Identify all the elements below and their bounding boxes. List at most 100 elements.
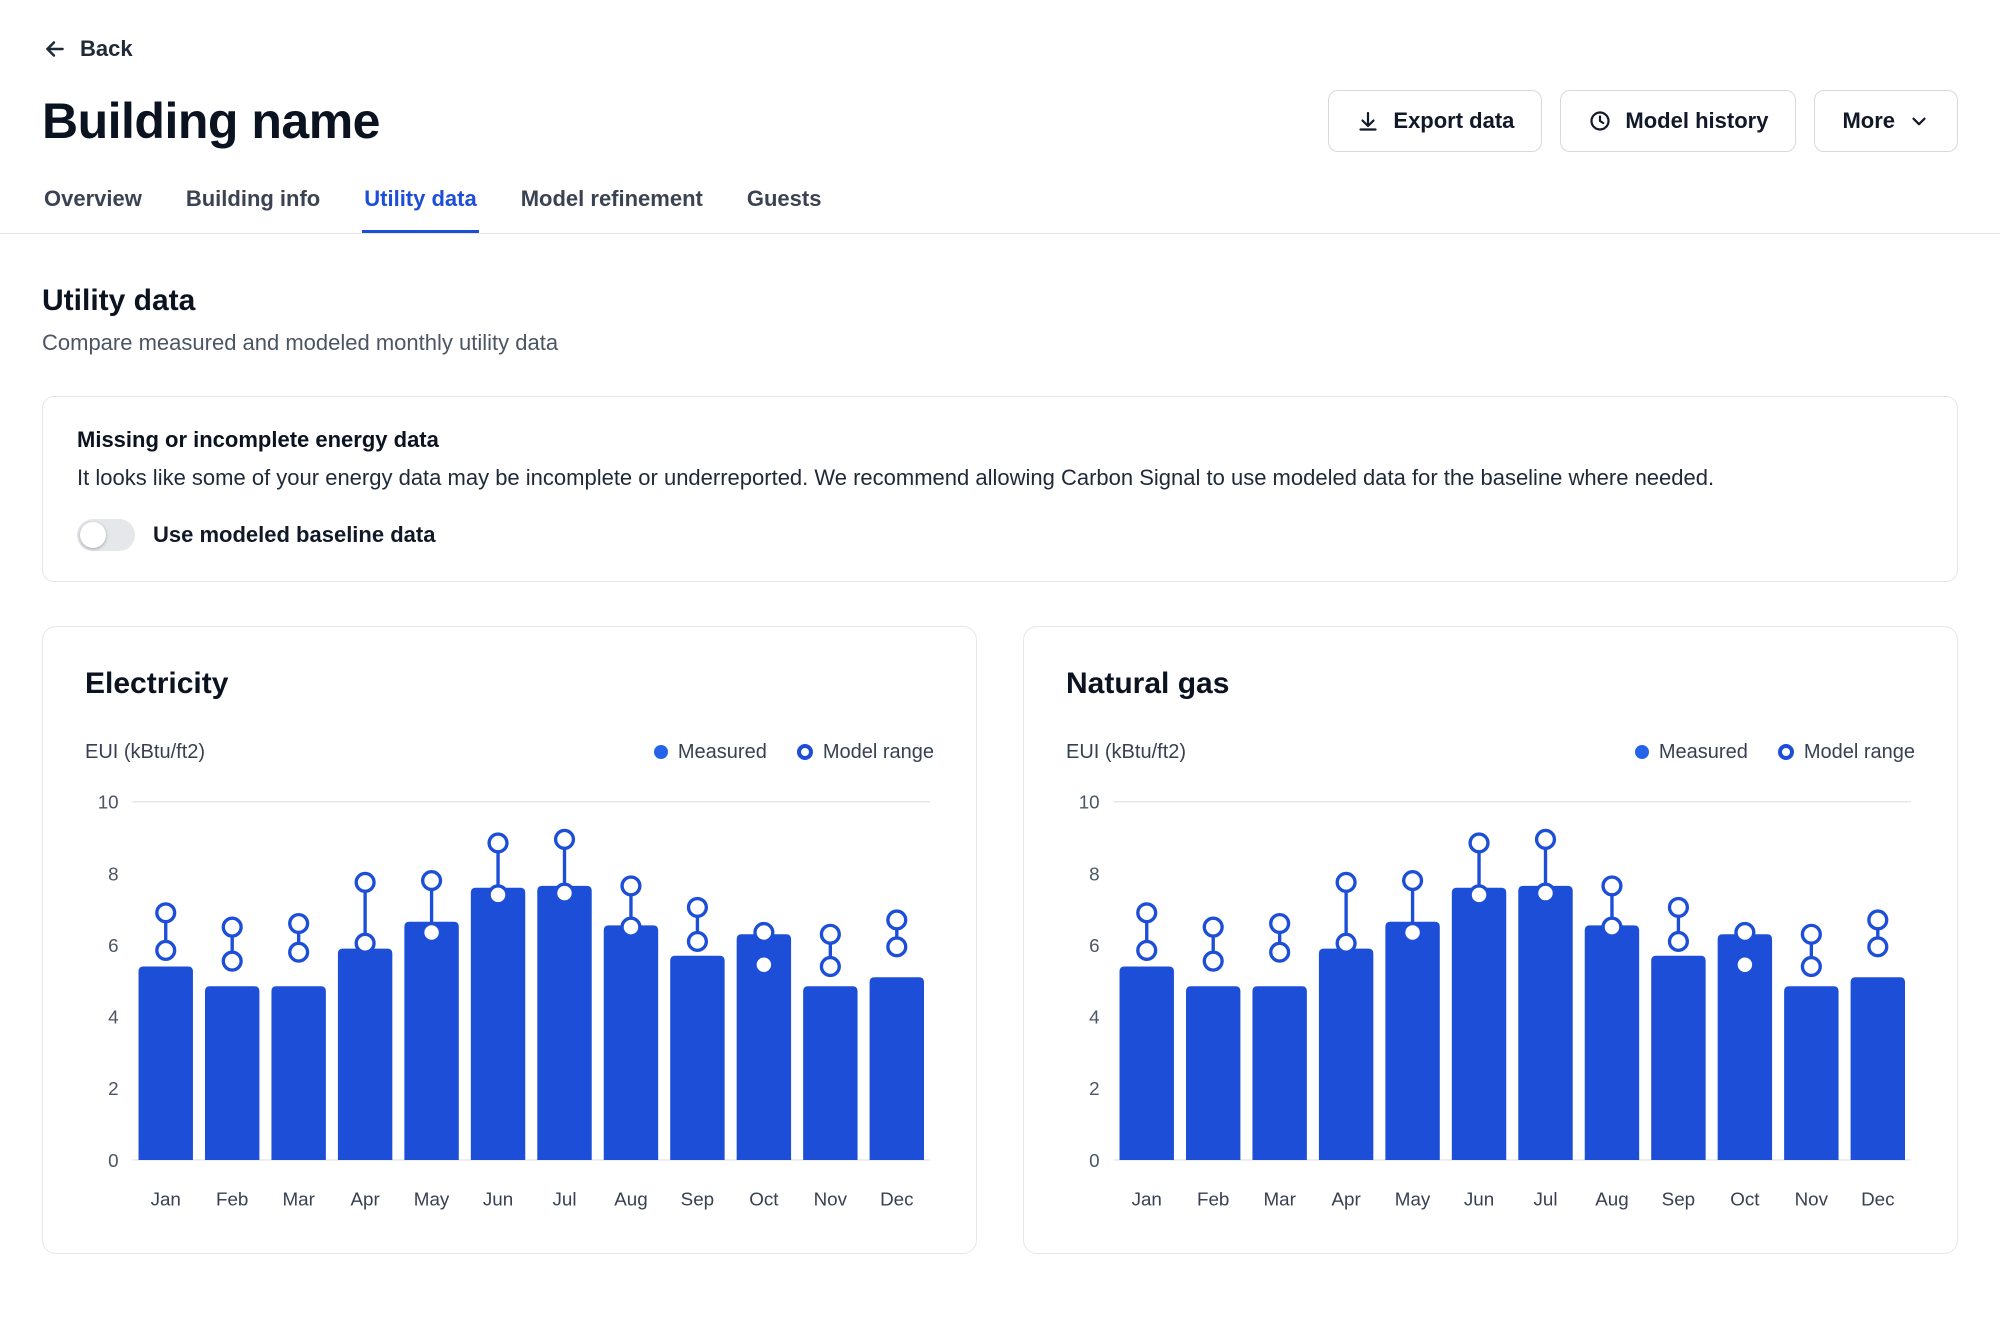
tab-model-refinement[interactable]: Model refinement (519, 186, 705, 233)
model-range-ring-icon (1778, 744, 1794, 760)
model-range-low-may (1404, 923, 1422, 941)
model-range-low-oct (1736, 956, 1754, 974)
model-range-low-sep (1670, 932, 1688, 950)
model-range-high-oct (755, 923, 773, 941)
back-button[interactable]: Back (42, 36, 133, 62)
missing-data-alert: Missing or incomplete energy data It loo… (42, 396, 1958, 582)
bar-dec (870, 977, 924, 1160)
toggle-knob (80, 522, 106, 548)
model-range-low-jul (556, 884, 574, 902)
natural-gas-axis-label: EUI (kBtu/ft2) (1066, 741, 1186, 764)
x-tick-label: Apr (350, 1188, 379, 1209)
x-tick-label: Sep (1662, 1188, 1695, 1209)
more-button[interactable]: More (1814, 90, 1958, 152)
model-history-label: Model history (1625, 108, 1768, 134)
x-tick-label: Nov (814, 1188, 848, 1209)
model-range-high-mar (1271, 914, 1289, 932)
natural-gas-legend: Measured Model range (1635, 741, 1915, 764)
model-range-low-feb (223, 952, 241, 970)
model-range-high-jan (157, 904, 175, 922)
bar-jan (139, 966, 193, 1159)
x-tick-label: Aug (1595, 1188, 1628, 1209)
export-data-button[interactable]: Export data (1328, 90, 1542, 152)
x-tick-label: Jan (1132, 1188, 1162, 1209)
measured-dot-icon (654, 745, 668, 759)
chevron-down-icon (1908, 110, 1930, 132)
tab-bar: Overview Building info Utility data Mode… (0, 186, 2000, 234)
bar-sep (670, 955, 724, 1159)
model-range-low-mar (1271, 943, 1289, 961)
x-tick-label: Sep (681, 1188, 714, 1209)
x-tick-label: Jul (552, 1188, 576, 1209)
model-range-low-nov (821, 957, 839, 975)
model-range-high-may (1404, 871, 1422, 889)
download-icon (1356, 109, 1380, 133)
model-range-low-apr (356, 934, 374, 952)
model-history-button[interactable]: Model history (1560, 90, 1796, 152)
legend-measured-label: Measured (678, 741, 767, 764)
model-range-low-aug (622, 918, 640, 936)
x-tick-label: Feb (216, 1188, 248, 1209)
model-range-low-nov (1802, 957, 1820, 975)
model-range-ring-icon (797, 744, 813, 760)
bar-dec (1851, 977, 1905, 1160)
more-label: More (1842, 108, 1895, 134)
x-tick-label: Jun (483, 1188, 513, 1209)
y-tick-label: 6 (108, 935, 118, 956)
model-range-high-may (423, 871, 441, 889)
bar-feb (205, 986, 259, 1160)
measured-dot-icon (1635, 745, 1649, 759)
clock-icon (1588, 109, 1612, 133)
natural-gas-card-title: Natural gas (1066, 667, 1915, 701)
bar-apr (338, 948, 392, 1159)
model-range-low-oct (755, 956, 773, 974)
model-range-high-feb (1204, 918, 1222, 936)
x-tick-label: Jan (151, 1188, 181, 1209)
tab-overview[interactable]: Overview (42, 186, 144, 233)
x-tick-label: Mar (1263, 1188, 1295, 1209)
model-range-high-dec (1869, 911, 1887, 929)
model-range-high-jun (1470, 834, 1488, 852)
model-range-high-dec (888, 911, 906, 929)
y-tick-label: 4 (108, 1006, 118, 1027)
section-subtitle: Compare measured and modeled monthly uti… (42, 330, 1958, 356)
bar-aug (604, 925, 658, 1160)
legend-model-range: Model range (797, 741, 934, 764)
electricity-legend: Measured Model range (654, 741, 934, 764)
x-tick-label: Oct (1730, 1188, 1760, 1209)
bar-nov (1784, 986, 1838, 1160)
y-tick-label: 10 (98, 791, 119, 812)
model-range-high-aug (622, 877, 640, 895)
y-tick-label: 0 (108, 1150, 118, 1171)
model-range-low-jan (157, 941, 175, 959)
model-range-low-dec (888, 938, 906, 956)
electricity-axis-label: EUI (kBtu/ft2) (85, 741, 205, 764)
model-range-low-jul (1537, 884, 1555, 902)
bar-jul (1518, 886, 1572, 1160)
bar-sep (1651, 955, 1705, 1159)
x-tick-label: Jun (1464, 1188, 1494, 1209)
model-range-low-apr (1337, 934, 1355, 952)
export-data-label: Export data (1393, 108, 1514, 134)
electricity-chart: 0246810JanFebMarAprMayJunJulAugSepOctNov… (85, 778, 934, 1223)
section-title: Utility data (42, 284, 1958, 318)
x-tick-label: Dec (1861, 1188, 1894, 1209)
y-tick-label: 8 (1089, 863, 1099, 884)
model-range-high-jul (556, 830, 574, 848)
tab-building-info[interactable]: Building info (184, 186, 322, 233)
bar-apr (1319, 948, 1373, 1159)
bar-jul (537, 886, 591, 1160)
model-range-high-apr (356, 873, 374, 891)
tab-utility-data[interactable]: Utility data (362, 186, 478, 233)
model-range-high-jan (1138, 904, 1156, 922)
bar-mar (271, 986, 325, 1160)
model-range-high-aug (1603, 877, 1621, 895)
tab-guests[interactable]: Guests (745, 186, 824, 233)
x-tick-label: May (414, 1188, 450, 1209)
back-label: Back (80, 36, 133, 62)
model-range-low-jun (1470, 886, 1488, 904)
model-range-high-nov (1802, 925, 1820, 943)
alert-body: It looks like some of your energy data m… (77, 463, 1923, 493)
legend-measured: Measured (654, 741, 767, 764)
use-modeled-baseline-toggle[interactable] (77, 519, 135, 551)
